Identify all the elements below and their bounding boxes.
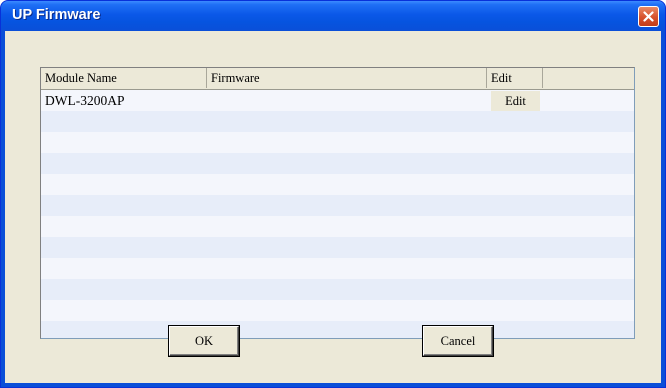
edit-button[interactable]: Edit <box>491 91 540 111</box>
cancel-button[interactable]: Cancel <box>423 326 493 356</box>
empty-table-row <box>41 111 634 132</box>
module-name-cell: DWL-3200AP <box>45 93 125 108</box>
empty-table-row <box>41 195 634 216</box>
column-header-edit[interactable]: Edit <box>487 68 543 88</box>
column-header-blank <box>543 68 634 88</box>
close-button[interactable] <box>638 6 659 27</box>
firmware-cell <box>207 90 487 111</box>
empty-table-row <box>41 321 634 338</box>
list-header: Module Name Firmware Edit <box>41 68 634 90</box>
close-x-icon <box>643 11 654 22</box>
empty-table-row <box>41 174 634 195</box>
window-title: UP Firmware <box>12 7 101 23</box>
empty-table-row <box>41 279 634 300</box>
title-bar[interactable]: UP Firmware <box>1 1 665 31</box>
dialog-window: UP Firmware Module Name Firmware Edit DW… <box>0 0 666 388</box>
empty-table-row <box>41 300 634 321</box>
empty-table-row <box>41 153 634 174</box>
column-header-firmware[interactable]: Firmware <box>207 68 487 88</box>
empty-table-row <box>41 237 634 258</box>
dialog-client-area: Module Name Firmware Edit DWL-3200AP Edi… <box>5 31 661 383</box>
empty-table-row <box>41 132 634 153</box>
empty-table-row <box>41 258 634 279</box>
ok-button[interactable]: OK <box>169 326 239 356</box>
column-header-module-name[interactable]: Module Name <box>41 68 207 88</box>
table-row[interactable]: DWL-3200AP Edit <box>41 90 634 111</box>
module-list: Module Name Firmware Edit DWL-3200AP Edi… <box>40 67 635 339</box>
empty-table-row <box>41 216 634 237</box>
